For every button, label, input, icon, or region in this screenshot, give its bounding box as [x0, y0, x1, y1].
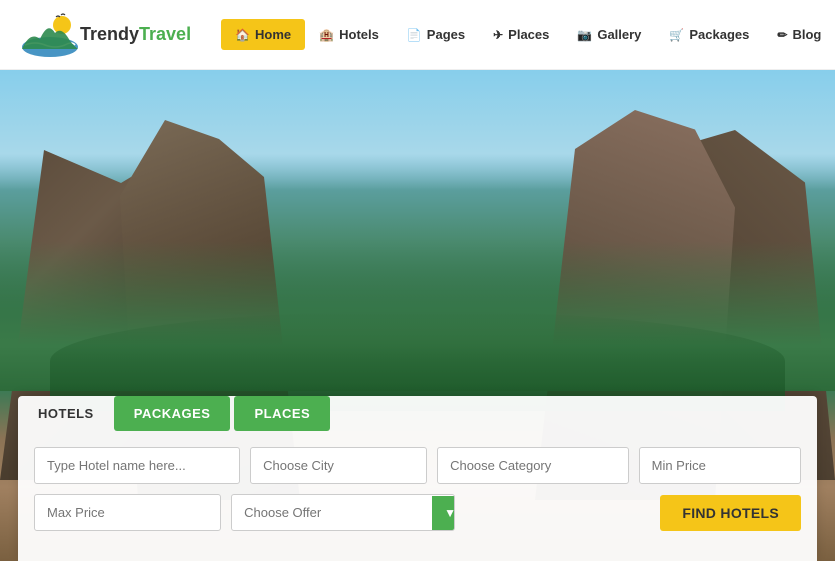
nav-blog[interactable]: ✏ Blog: [763, 19, 835, 50]
offer-input[interactable]: [232, 495, 432, 530]
search-panel: HOTELS PACKAGES PLACES ▼: [18, 396, 817, 561]
minprice-group: ▼: [639, 447, 801, 484]
tab-packages[interactable]: PACKAGES: [114, 396, 231, 431]
blog-icon: ✏: [777, 28, 787, 42]
pages-icon: 📄: [407, 28, 422, 42]
logo[interactable]: TrendyTravel: [20, 11, 191, 59]
nav-packages[interactable]: 🛒 Packages: [655, 19, 763, 50]
find-hotels-button[interactable]: FIND HOTELS: [660, 495, 801, 531]
home-icon: 🏠: [235, 28, 250, 42]
search-row-2: ▼ ▼ FIND HOTELS: [18, 494, 817, 531]
search-tabs: HOTELS PACKAGES PLACES: [18, 396, 817, 431]
maxprice-group: ▼: [34, 494, 221, 531]
nav-hotels[interactable]: 🏨 Hotels: [305, 19, 393, 50]
city-input[interactable]: [251, 448, 427, 483]
nav-home[interactable]: 🏠 Home: [221, 19, 305, 50]
search-row-1: ▼ ▼ ▼: [18, 447, 817, 484]
places-icon: ✈: [493, 28, 503, 42]
offer-group: ▼: [231, 494, 455, 531]
nav-places[interactable]: ✈ Places: [479, 19, 563, 50]
hotel-name-input[interactable]: [35, 448, 235, 483]
logo-name: TrendyTravel: [80, 24, 191, 45]
gallery-icon: 📷: [577, 28, 592, 42]
city-group: ▼: [250, 447, 427, 484]
tab-hotels[interactable]: HOTELS: [18, 396, 114, 431]
offer-dropdown-btn[interactable]: ▼: [432, 496, 455, 530]
hotel-icon: 🏨: [319, 28, 334, 42]
maxprice-input[interactable]: [35, 495, 221, 530]
main-nav: 🏠 Home 🏨 Hotels 📄 Pages ✈ Places 📷 Galle…: [221, 19, 835, 50]
logo-icon: [20, 11, 80, 59]
tab-places[interactable]: PLACES: [234, 396, 330, 431]
hero-section: HOTELS PACKAGES PLACES ▼: [0, 70, 835, 561]
category-group: ▼: [437, 447, 629, 484]
packages-icon: 🛒: [669, 28, 684, 42]
nav-gallery[interactable]: 📷 Gallery: [563, 19, 655, 50]
category-input[interactable]: [438, 448, 629, 483]
nav-pages[interactable]: 📄 Pages: [393, 19, 479, 50]
hotel-name-group: [34, 447, 240, 484]
header: TrendyTravel 🏠 Home 🏨 Hotels 📄 Pages ✈ P…: [0, 0, 835, 70]
minprice-input[interactable]: [640, 448, 801, 483]
